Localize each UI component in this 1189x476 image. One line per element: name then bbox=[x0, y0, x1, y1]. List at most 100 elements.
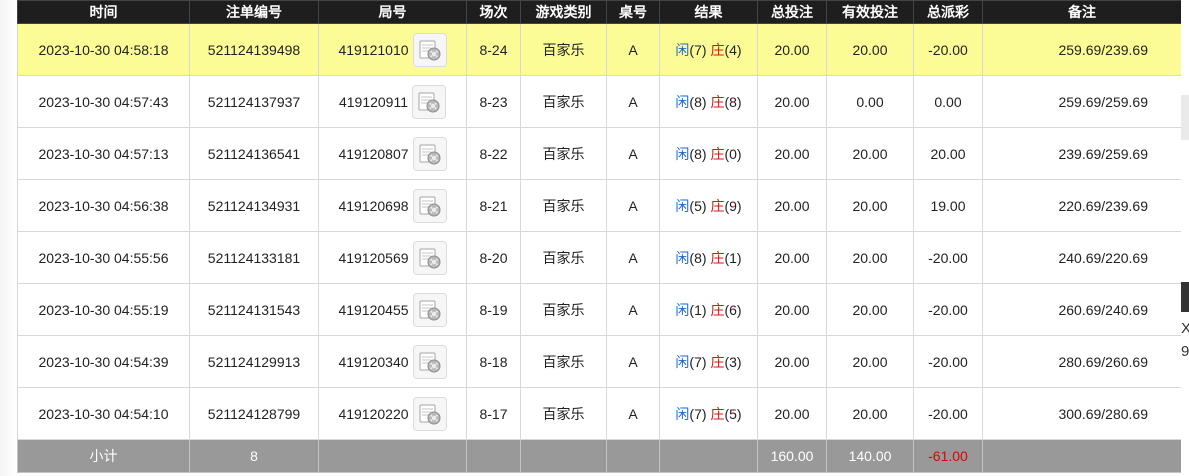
column-header-total-bet[interactable]: 总投注 bbox=[757, 0, 827, 24]
cell-bet-id: 521124133181 bbox=[189, 231, 319, 284]
edge-glyph: 9 bbox=[1181, 343, 1189, 360]
cell-shoe: 8-20 bbox=[466, 231, 521, 284]
cell-valid-bet: 0.00 bbox=[826, 75, 914, 128]
result-banker-score: (9) bbox=[724, 197, 742, 214]
cell-bet-id: 521124137937 bbox=[189, 75, 319, 128]
result-banker-label: 庄 bbox=[710, 301, 725, 318]
round-id-text: 419121010 bbox=[338, 41, 409, 58]
table-row: 2023-10-30 04:58:18 521124139498 4191210… bbox=[17, 23, 1182, 76]
cell-time: 2023-10-30 04:58:18 bbox=[17, 23, 190, 76]
result-banker-score: (8) bbox=[724, 93, 742, 110]
cell-game-type: 百家乐 bbox=[520, 179, 607, 232]
table-row: 2023-10-30 04:54:39 521124129913 4191203… bbox=[17, 335, 1182, 388]
video-replay-icon[interactable] bbox=[412, 240, 447, 275]
column-header-table-no[interactable]: 桌号 bbox=[606, 0, 660, 24]
result-banker-label: 庄 bbox=[710, 353, 725, 370]
video-replay-icon-graphic bbox=[419, 196, 441, 216]
video-replay-icon[interactable] bbox=[412, 292, 447, 327]
cell-valid-bet: 20.00 bbox=[826, 335, 914, 388]
cell-table-no: A bbox=[606, 283, 660, 336]
result-player-score: (5) bbox=[689, 197, 707, 214]
video-replay-icon[interactable] bbox=[412, 396, 447, 431]
cell-remark: 300.69/280.69 bbox=[982, 387, 1182, 440]
cell-round-id: 419120455 bbox=[318, 283, 467, 336]
table-header-row: 时间 注单编号 局号 场次 游戏类别 桌号 结果 总投注 有效投注 总派彩 备注 bbox=[17, 0, 1182, 24]
subtotal-empty-cell bbox=[318, 439, 467, 473]
result-player-label: 闲 bbox=[675, 249, 690, 266]
round-id-text: 419120455 bbox=[338, 301, 409, 318]
cell-round-id: 419120340 bbox=[318, 335, 467, 388]
video-replay-icon[interactable] bbox=[412, 344, 447, 379]
cell-result: 闲(8) 庄(1) bbox=[659, 231, 758, 284]
video-replay-icon[interactable] bbox=[412, 32, 447, 67]
cell-round-id: 419120220 bbox=[318, 387, 467, 440]
result-banker-score: (3) bbox=[724, 353, 742, 370]
round-id-text: 419120698 bbox=[338, 197, 409, 214]
edge-panel-dark bbox=[1181, 282, 1189, 312]
edge-panel bbox=[1181, 95, 1189, 140]
cell-time: 2023-10-30 04:55:19 bbox=[17, 283, 190, 336]
cell-game-type: 百家乐 bbox=[520, 23, 607, 76]
cell-round-id: 419121010 bbox=[318, 23, 467, 76]
cell-shoe: 8-22 bbox=[466, 127, 521, 180]
cell-payout: 19.00 bbox=[913, 179, 983, 232]
column-header-result[interactable]: 结果 bbox=[659, 0, 758, 24]
round-id-text: 419120911 bbox=[338, 93, 409, 110]
column-header-remark[interactable]: 备注 bbox=[982, 0, 1182, 24]
video-replay-icon[interactable] bbox=[412, 84, 447, 119]
round-id-group: 419120911 bbox=[338, 84, 447, 119]
cell-remark: 240.69/220.69 bbox=[982, 231, 1182, 284]
result-player-label: 闲 bbox=[675, 197, 690, 214]
video-replay-icon[interactable] bbox=[412, 136, 447, 171]
cell-round-id: 419120911 bbox=[318, 75, 467, 128]
video-replay-icon-graphic bbox=[419, 300, 441, 320]
cell-bet-id: 521124131543 bbox=[189, 283, 319, 336]
cell-table-no: A bbox=[606, 75, 660, 128]
adjacent-window-edge: X 9 bbox=[1181, 0, 1189, 476]
column-header-game-type[interactable]: 游戏类别 bbox=[520, 0, 607, 24]
column-header-valid-bet[interactable]: 有效投注 bbox=[826, 0, 914, 24]
table-row: 2023-10-30 04:56:38 521124134931 4191206… bbox=[17, 179, 1182, 232]
cell-table-no: A bbox=[606, 179, 660, 232]
cell-payout: 0.00 bbox=[913, 75, 983, 128]
column-header-shoe[interactable]: 场次 bbox=[466, 0, 521, 24]
subtotal-valid-bet: 140.00 bbox=[826, 439, 914, 473]
cell-remark: 260.69/240.69 bbox=[982, 283, 1182, 336]
column-header-bet-id[interactable]: 注单编号 bbox=[189, 0, 319, 24]
cell-bet-id: 521124128799 bbox=[189, 387, 319, 440]
cell-time: 2023-10-30 04:55:56 bbox=[17, 231, 190, 284]
round-id-group: 419120220 bbox=[338, 396, 447, 431]
result-player-label: 闲 bbox=[675, 93, 690, 110]
result-player-label: 闲 bbox=[675, 353, 690, 370]
result-banker-label: 庄 bbox=[710, 197, 725, 214]
result-banker-score: (5) bbox=[724, 405, 742, 422]
subtotal-row: 小计 8 160.00 140.00 -61.00 bbox=[17, 439, 1182, 473]
column-header-time[interactable]: 时间 bbox=[17, 0, 190, 24]
column-header-round-id[interactable]: 局号 bbox=[318, 0, 467, 24]
cell-game-type: 百家乐 bbox=[520, 335, 607, 388]
cell-bet-id: 521124129913 bbox=[189, 335, 319, 388]
cell-valid-bet: 20.00 bbox=[826, 231, 914, 284]
video-replay-icon[interactable] bbox=[412, 188, 447, 223]
cell-payout: -20.00 bbox=[913, 231, 983, 284]
result-player-label: 闲 bbox=[675, 41, 690, 58]
result-banker-score: (4) bbox=[724, 41, 742, 58]
round-id-group: 419120807 bbox=[338, 136, 447, 171]
cell-valid-bet: 20.00 bbox=[826, 179, 914, 232]
cell-bet-id: 521124134931 bbox=[189, 179, 319, 232]
round-id-text: 419120807 bbox=[338, 145, 409, 162]
result-player-score: (7) bbox=[689, 41, 707, 58]
table-row: 2023-10-30 04:55:56 521124133181 4191205… bbox=[17, 231, 1182, 284]
round-id-text: 419120569 bbox=[338, 249, 409, 266]
cell-remark: 280.69/260.69 bbox=[982, 335, 1182, 388]
result-banker-score: (0) bbox=[724, 145, 742, 162]
cell-total-bet: 20.00 bbox=[757, 179, 827, 232]
result-banker-score: (1) bbox=[724, 249, 742, 266]
cell-table-no: A bbox=[606, 23, 660, 76]
subtotal-empty-cell bbox=[606, 439, 660, 473]
cell-round-id: 419120807 bbox=[318, 127, 467, 180]
cell-total-bet: 20.00 bbox=[757, 127, 827, 180]
column-header-payout[interactable]: 总派彩 bbox=[913, 0, 983, 24]
cell-game-type: 百家乐 bbox=[520, 231, 607, 284]
video-replay-icon-graphic bbox=[419, 352, 441, 372]
